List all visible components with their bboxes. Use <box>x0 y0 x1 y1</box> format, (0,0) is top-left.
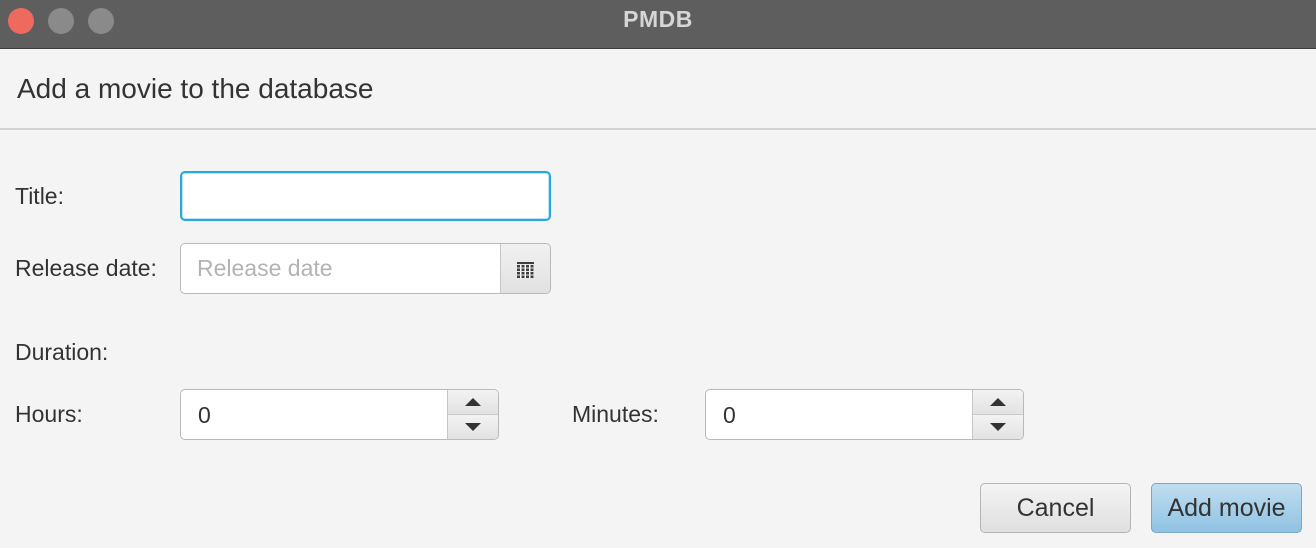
title-bar: PMDB <box>0 0 1316 49</box>
title-input[interactable] <box>180 171 551 221</box>
dialog-header: Add a movie to the database <box>0 49 1316 130</box>
date-picker-button[interactable] <box>500 243 551 294</box>
hours-decrement-button[interactable] <box>448 415 498 439</box>
release-date-input[interactable] <box>180 243 501 294</box>
cancel-button[interactable]: Cancel <box>980 483 1131 533</box>
hours-spinner[interactable]: 0 <box>180 389 499 440</box>
minutes-spinner[interactable]: 0 <box>705 389 1024 440</box>
title-label: Title: <box>15 183 64 209</box>
hours-spin-buttons <box>447 390 498 439</box>
page-title: Add a movie to the database <box>17 73 374 104</box>
arrow-down-icon <box>465 423 481 431</box>
hours-increment-button[interactable] <box>448 390 498 415</box>
arrow-up-icon <box>465 398 481 406</box>
window-title: PMDB <box>623 6 693 32</box>
minutes-spin-buttons <box>972 390 1023 439</box>
duration-label: Duration: <box>15 339 109 365</box>
arrow-up-icon <box>990 398 1006 406</box>
minutes-value[interactable]: 0 <box>723 402 736 429</box>
hours-value[interactable]: 0 <box>198 402 211 429</box>
hours-label: Hours: <box>15 401 83 427</box>
add-movie-button[interactable]: Add movie <box>1151 483 1302 533</box>
release-date-label: Release date: <box>15 255 157 281</box>
minutes-increment-button[interactable] <box>973 390 1023 415</box>
arrow-down-icon <box>990 423 1006 431</box>
calendar-icon <box>517 262 534 278</box>
minutes-decrement-button[interactable] <box>973 415 1023 439</box>
minutes-label: Minutes: <box>572 401 659 427</box>
dialog-window: PMDB Add a movie to the database Title: … <box>0 0 1316 548</box>
